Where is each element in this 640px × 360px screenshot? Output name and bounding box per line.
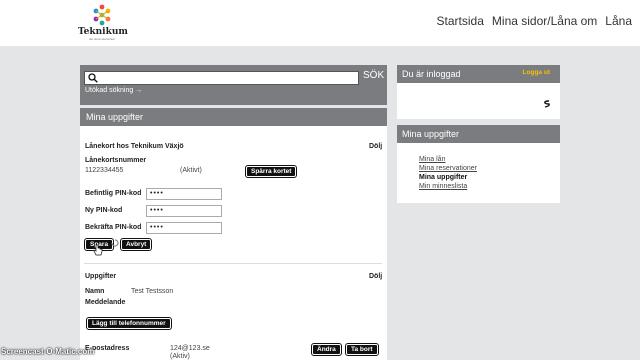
- current-pin-label: Befintlig PIN-kod: [85, 190, 142, 197]
- confirm-pin-label: Bekräfta PIN-kod: [85, 224, 142, 231]
- nav-lana[interactable]: Låna: [605, 14, 632, 28]
- cancel-pin-button[interactable]: Avbryt: [119, 238, 153, 251]
- card-title: Lånekort hos Teknikum Växjö: [85, 143, 184, 150]
- card-number-label: Lånekortsnummer: [85, 157, 147, 164]
- card-number: 1122334455: [85, 167, 124, 174]
- logo-tagline: det stora skolverket: [88, 37, 115, 41]
- nav-mina-sidor[interactable]: Mina sidor/Låna om: [492, 14, 597, 28]
- logo-text: Teknikum: [78, 27, 128, 37]
- hide-details-link[interactable]: Dölj: [369, 273, 382, 280]
- screencast-watermark: Screencast-O-Matic.com: [1, 347, 95, 356]
- current-pin-field[interactable]: ••••: [146, 188, 222, 200]
- section-divider: [84, 263, 382, 264]
- confirm-pin-field[interactable]: ••••: [146, 222, 222, 234]
- card-status: (Aktivt): [180, 167, 202, 174]
- search-button[interactable]: SÖK: [363, 70, 384, 81]
- change-email-button[interactable]: Ändra: [311, 343, 342, 356]
- search-icon: [88, 73, 98, 83]
- hide-card-link[interactable]: Dölj: [369, 143, 382, 150]
- main-content: Lånekort hos Teknikum Växjö Dölj Lånekor…: [80, 126, 387, 360]
- name-label: Namn: [85, 288, 105, 295]
- add-phone-button[interactable]: Lägg till telefonnummer: [86, 317, 172, 330]
- logo-mark-icon: [93, 4, 111, 26]
- search-input[interactable]: [84, 71, 359, 85]
- block-card-button[interactable]: Spärra kortet: [244, 165, 298, 178]
- search-panel: SÖK Utökad sökning →: [80, 65, 387, 105]
- message-label: Meddelande: [85, 299, 126, 306]
- sidebar-item-mina-lan[interactable]: Mina lån: [419, 156, 445, 163]
- loading-icon: [544, 100, 550, 108]
- sidebar-menu: Mina lån Mina reservationer Mina uppgift…: [397, 143, 560, 203]
- new-pin-field[interactable]: ••••: [146, 205, 222, 217]
- teknikum-logo[interactable]: Teknikum det stora skolverket: [78, 3, 128, 41]
- sidebar-section-title: Mina uppgifter: [397, 125, 560, 143]
- spinner-icon: [111, 239, 119, 247]
- site-header: Teknikum det stora skolverket Startsida …: [0, 0, 640, 46]
- email-status: (Aktiv): [170, 353, 190, 360]
- name-value: Test Testsson: [131, 288, 174, 295]
- new-pin-label: Ny PIN-kod: [85, 207, 123, 214]
- nav-startsida[interactable]: Startsida: [437, 14, 484, 28]
- cursor-hand-icon: [93, 244, 103, 256]
- advanced-search-link[interactable]: Utökad sökning →: [85, 87, 142, 94]
- logout-link[interactable]: Logga ut: [523, 69, 550, 76]
- page-title: Mina uppgifter: [80, 108, 387, 126]
- details-title: Uppgifter: [85, 273, 117, 280]
- login-status-header: Du är inloggad Logga ut: [397, 65, 560, 83]
- main-nav: Startsida Mina sidor/Låna om Låna: [437, 14, 632, 28]
- remove-email-button[interactable]: Ta bort: [345, 343, 379, 356]
- logged-in-label: Du är inloggad: [402, 69, 461, 79]
- sidebar-item-uppgifter[interactable]: Mina uppgifter: [419, 174, 467, 181]
- login-status-box: [397, 83, 560, 119]
- sidebar-item-reservationer[interactable]: Mina reservationer: [419, 165, 477, 172]
- email-value: 124@123.se: [170, 345, 210, 352]
- sidebar-item-minneslista[interactable]: Min minneslista: [419, 183, 467, 190]
